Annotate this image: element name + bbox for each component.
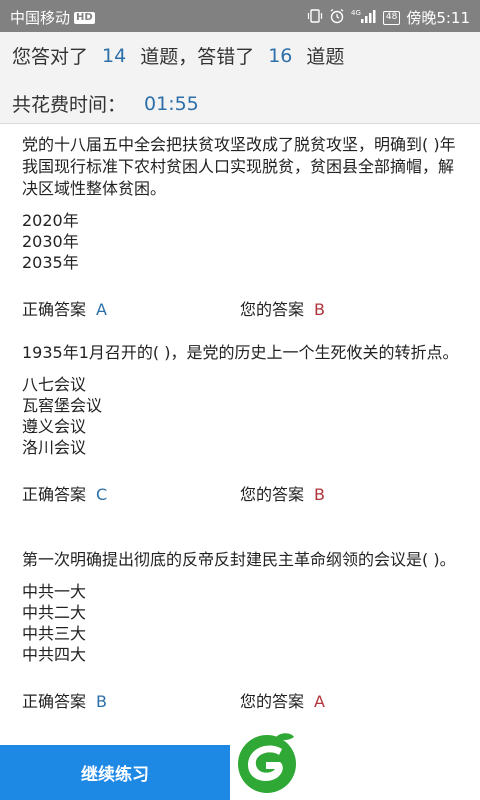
correct-answer-label: 正确答案: [22, 485, 87, 504]
wrong-suffix: 道题: [306, 46, 345, 68]
question-text: 1935年1月召开的( )，是党的历史上一个生死攸关的转折点。: [22, 343, 459, 362]
correct-prefix: 您答对了: [12, 46, 89, 68]
result-summary: 您答对了 14 道题，答错了 16 道题 共花费时间： 01:55: [0, 32, 480, 124]
option-item: 中共一大: [22, 582, 87, 601]
option-item: 2030年: [22, 232, 79, 251]
correct-count: 14: [102, 44, 127, 67]
option-item: 中共二大: [22, 603, 87, 622]
carrier-name: 中国移动: [10, 9, 71, 27]
your-answer-label: 您的答案: [240, 485, 305, 504]
your-answer-label: 您的答案: [240, 300, 305, 319]
correct-suffix: 道题，答错了: [140, 46, 255, 68]
hd-badge: HD: [74, 11, 95, 24]
option-item: 洛川会议: [22, 438, 87, 457]
your-answer: 您的答案 B: [240, 484, 325, 506]
time-label: 共花费时间：: [12, 94, 127, 116]
score-line: 您答对了 14 道题，答错了 16 道题: [12, 42, 344, 69]
correct-answer: 正确答案 B: [22, 691, 107, 713]
vibrate-icon: [307, 8, 323, 27]
option-item: 遵义会议: [22, 417, 87, 436]
question-text: 第一次明确提出彻底的反帝反封建民主革命纲领的会议是( )。: [22, 550, 456, 569]
correct-answer-label: 正确答案: [22, 300, 87, 319]
option-item: 八七会议: [22, 375, 87, 394]
your-answer-value: A: [314, 692, 325, 711]
time-line: 共花费时间： 01:55: [12, 90, 199, 117]
correct-answer-value: B: [96, 692, 107, 711]
option-item: 中共三大: [22, 624, 87, 643]
question-list[interactable]: 党的十八届五中全会把扶贫攻坚改成了脱贫攻坚，明确到( )年我国现行标准下农村贫困…: [0, 124, 480, 724]
option-list: 八七会议 瓦窖堡会议 遵义会议 洛川会议: [22, 374, 462, 458]
wrong-count: 16: [268, 44, 293, 67]
continue-practice-button[interactable]: 继续练习: [0, 745, 230, 800]
correct-answer: 正确答案 A: [22, 299, 107, 321]
correct-answer: 正确答案 C: [22, 484, 107, 506]
your-answer-label: 您的答案: [240, 692, 305, 711]
question-text: 党的十八届五中全会把扶贫攻坚改成了脱贫攻坚，明确到( )年我国现行标准下农村贫困…: [22, 135, 456, 198]
battery-level: 48: [385, 11, 398, 22]
time-value: 01:55: [144, 92, 199, 115]
correct-answer-label: 正确答案: [22, 692, 87, 711]
continue-practice-label: 继续练习: [81, 765, 149, 785]
option-list: 2020年 2030年 2035年: [22, 210, 462, 273]
option-item: 2035年: [22, 253, 79, 272]
your-answer: 您的答案 B: [240, 299, 325, 321]
your-answer-value: B: [314, 300, 325, 319]
app-logo: [230, 725, 480, 800]
network-type: 4G: [351, 9, 361, 17]
your-answer: 您的答案 A: [240, 691, 325, 713]
correct-answer-value: A: [96, 300, 107, 319]
answer-row: 正确答案 B 您的答案 A: [22, 691, 462, 713]
clock: 傍晚5:11: [406, 9, 470, 27]
question-item: 1935年1月召开的( )，是党的历史上一个生死攸关的转折点。 八七会议 瓦窖堡…: [22, 342, 462, 506]
correct-answer-value: C: [96, 485, 108, 504]
answer-row: 正确答案 C 您的答案 B: [22, 484, 462, 506]
alarm-icon: [329, 8, 345, 28]
question-item: 第一次明确提出彻底的反帝反封建民主革命纲领的会议是( )。 中共一大 中共二大 …: [22, 549, 462, 713]
question-item: 党的十八届五中全会把扶贫攻坚改成了脱贫攻坚，明确到( )年我国现行标准下农村贫困…: [22, 134, 462, 321]
option-item: 2020年: [22, 211, 79, 230]
option-item: 瓦窖堡会议: [22, 396, 103, 415]
your-answer-value: B: [314, 485, 325, 504]
status-bar: 中国移动 HD 4G 48 傍晚5:11: [0, 0, 480, 32]
signal-icon: 4G: [351, 8, 377, 28]
battery-icon: 48: [382, 10, 401, 25]
option-list: 中共一大 中共二大 中共三大 中共四大: [22, 581, 462, 665]
leaf-logo-icon: [238, 733, 296, 793]
option-item: 中共四大: [22, 645, 87, 664]
answer-row: 正确答案 A 您的答案 B: [22, 299, 462, 321]
